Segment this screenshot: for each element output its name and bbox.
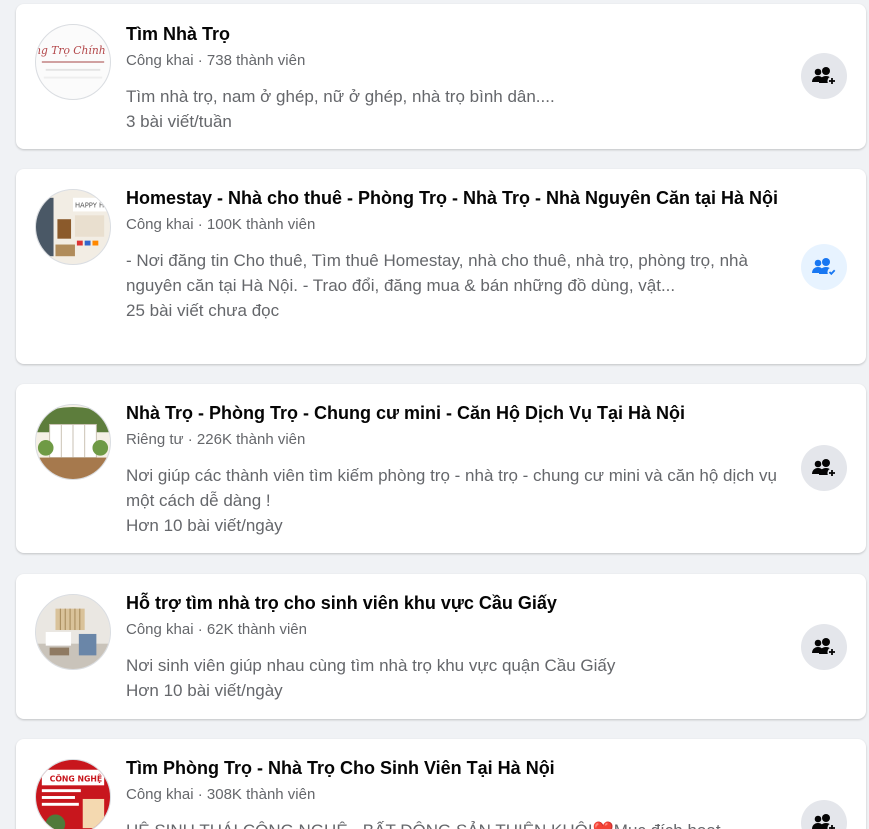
- group-card[interactable]: ng Trọ Chính Chủ Tìm Nhà Trọ Công khai ·…: [16, 4, 866, 149]
- join-group-icon: [812, 459, 837, 478]
- join-group-icon: [812, 638, 837, 657]
- group-info: Tìm Phòng Trọ - Nhà Trọ Cho Sinh Viên Tạ…: [126, 756, 786, 829]
- joined-group-button[interactable]: [801, 244, 847, 290]
- group-privacy: Công khai: [126, 216, 194, 233]
- avatar-logo-text: ng Trọ Chính Chủ: [36, 44, 110, 57]
- group-info: Nhà Trọ - Phòng Trọ - Chung cư mini - Că…: [126, 401, 786, 538]
- join-group-button[interactable]: [801, 445, 847, 491]
- group-meta: Công khai · 62K thành viên: [126, 620, 786, 640]
- group-title[interactable]: Tìm Phòng Trọ - Nhà Trọ Cho Sinh Viên Tạ…: [126, 756, 786, 781]
- group-description: HỆ SINH THÁI CÔNG NGHỆ - BẤT ĐỘNG SẢN TH…: [126, 818, 786, 829]
- group-avatar[interactable]: HAPPY HO: [35, 189, 111, 265]
- group-card[interactable]: Nhà Trọ - Phòng Trọ - Chung cư mini - Că…: [16, 384, 866, 553]
- join-group-button[interactable]: [801, 53, 847, 99]
- meta-separator: ·: [193, 621, 207, 638]
- group-card[interactable]: Hỗ trợ tìm nhà trọ cho sinh viên khu vực…: [16, 574, 866, 719]
- group-avatar[interactable]: [35, 594, 111, 670]
- group-info: Hỗ trợ tìm nhà trọ cho sinh viên khu vực…: [126, 591, 786, 703]
- group-members: 226K thành viên: [196, 431, 306, 448]
- group-privacy: Công khai: [126, 786, 194, 803]
- join-group-icon: [812, 67, 837, 86]
- group-avatar[interactable]: CÔNG NGHỆ: [35, 759, 111, 829]
- group-members: 62K thành viên: [206, 621, 307, 638]
- group-description: Nơi sinh viên giúp nhau cùng tìm nhà trọ…: [126, 656, 616, 675]
- meta-separator: ·: [193, 216, 207, 233]
- group-meta: Công khai · 738 thành viên: [126, 51, 786, 71]
- group-privacy: Công khai: [126, 621, 194, 638]
- group-search-results: ng Trọ Chính Chủ Tìm Nhà Trọ Công khai ·…: [0, 0, 869, 829]
- group-activity: 3 bài viết/tuần: [126, 112, 232, 131]
- group-privacy: Riêng tư: [126, 431, 184, 448]
- group-avatar-image: [36, 405, 110, 479]
- meta-separator: ·: [183, 431, 197, 448]
- group-title[interactable]: Hỗ trợ tìm nhà trọ cho sinh viên khu vực…: [126, 591, 786, 616]
- group-description: Tìm nhà trọ, nam ở ghép, nữ ở ghép, nhà …: [126, 87, 555, 106]
- group-card[interactable]: HAPPY HO Homestay - Nhà cho thuê - Phòng…: [16, 169, 866, 364]
- join-group-button[interactable]: [801, 624, 847, 670]
- group-title[interactable]: Tìm Nhà Trọ: [126, 22, 786, 47]
- join-group-icon: [812, 814, 837, 829]
- group-title[interactable]: Nhà Trọ - Phòng Trọ - Chung cư mini - Că…: [126, 401, 786, 426]
- group-title[interactable]: Homestay - Nhà cho thuê - Phòng Trọ - Nh…: [126, 186, 786, 211]
- avatar-logo-text: CÔNG NGHỆ: [50, 774, 103, 783]
- group-members: 738 thành viên: [206, 52, 306, 69]
- group-description: - Nơi đăng tin Cho thuê, Tìm thuê Homest…: [126, 251, 748, 295]
- meta-separator: ·: [193, 786, 207, 803]
- group-avatar[interactable]: ng Trọ Chính Chủ: [35, 24, 111, 100]
- group-info: Tìm Nhà Trọ Công khai · 738 thành viên T…: [126, 22, 786, 134]
- group-activity: Hơn 10 bài viết/ngày: [126, 516, 283, 535]
- group-avatar[interactable]: [35, 404, 111, 480]
- group-card[interactable]: CÔNG NGHỆ Tìm Phòng Trọ - Nhà Trọ Cho Si…: [16, 739, 866, 829]
- group-activity: 25 bài viết chưa đọc: [126, 301, 280, 320]
- avatar-logo-text: HAPPY HO: [75, 202, 110, 210]
- group-avatar-image: HAPPY HO: [36, 190, 110, 264]
- group-avatar-image: CÔNG NGHỆ: [36, 760, 110, 829]
- join-group-button[interactable]: [801, 800, 847, 829]
- group-info: Homestay - Nhà cho thuê - Phòng Trọ - Nh…: [126, 186, 786, 323]
- group-meta: Riêng tư · 226K thành viên: [126, 430, 786, 450]
- group-avatar-image: [36, 595, 110, 669]
- group-members: 308K thành viên: [206, 786, 316, 803]
- group-privacy: Công khai: [126, 52, 194, 69]
- group-activity: Hơn 10 bài viết/ngày: [126, 681, 283, 700]
- meta-separator: ·: [193, 52, 207, 69]
- group-avatar-image: ng Trọ Chính Chủ: [36, 25, 110, 99]
- group-meta: Công khai · 100K thành viên: [126, 215, 786, 235]
- group-meta: Công khai · 308K thành viên: [126, 785, 786, 805]
- group-members: 100K thành viên: [206, 216, 316, 233]
- group-description: Nơi giúp các thành viên tìm kiếm phòng t…: [126, 466, 777, 510]
- joined-group-icon: [812, 258, 837, 277]
